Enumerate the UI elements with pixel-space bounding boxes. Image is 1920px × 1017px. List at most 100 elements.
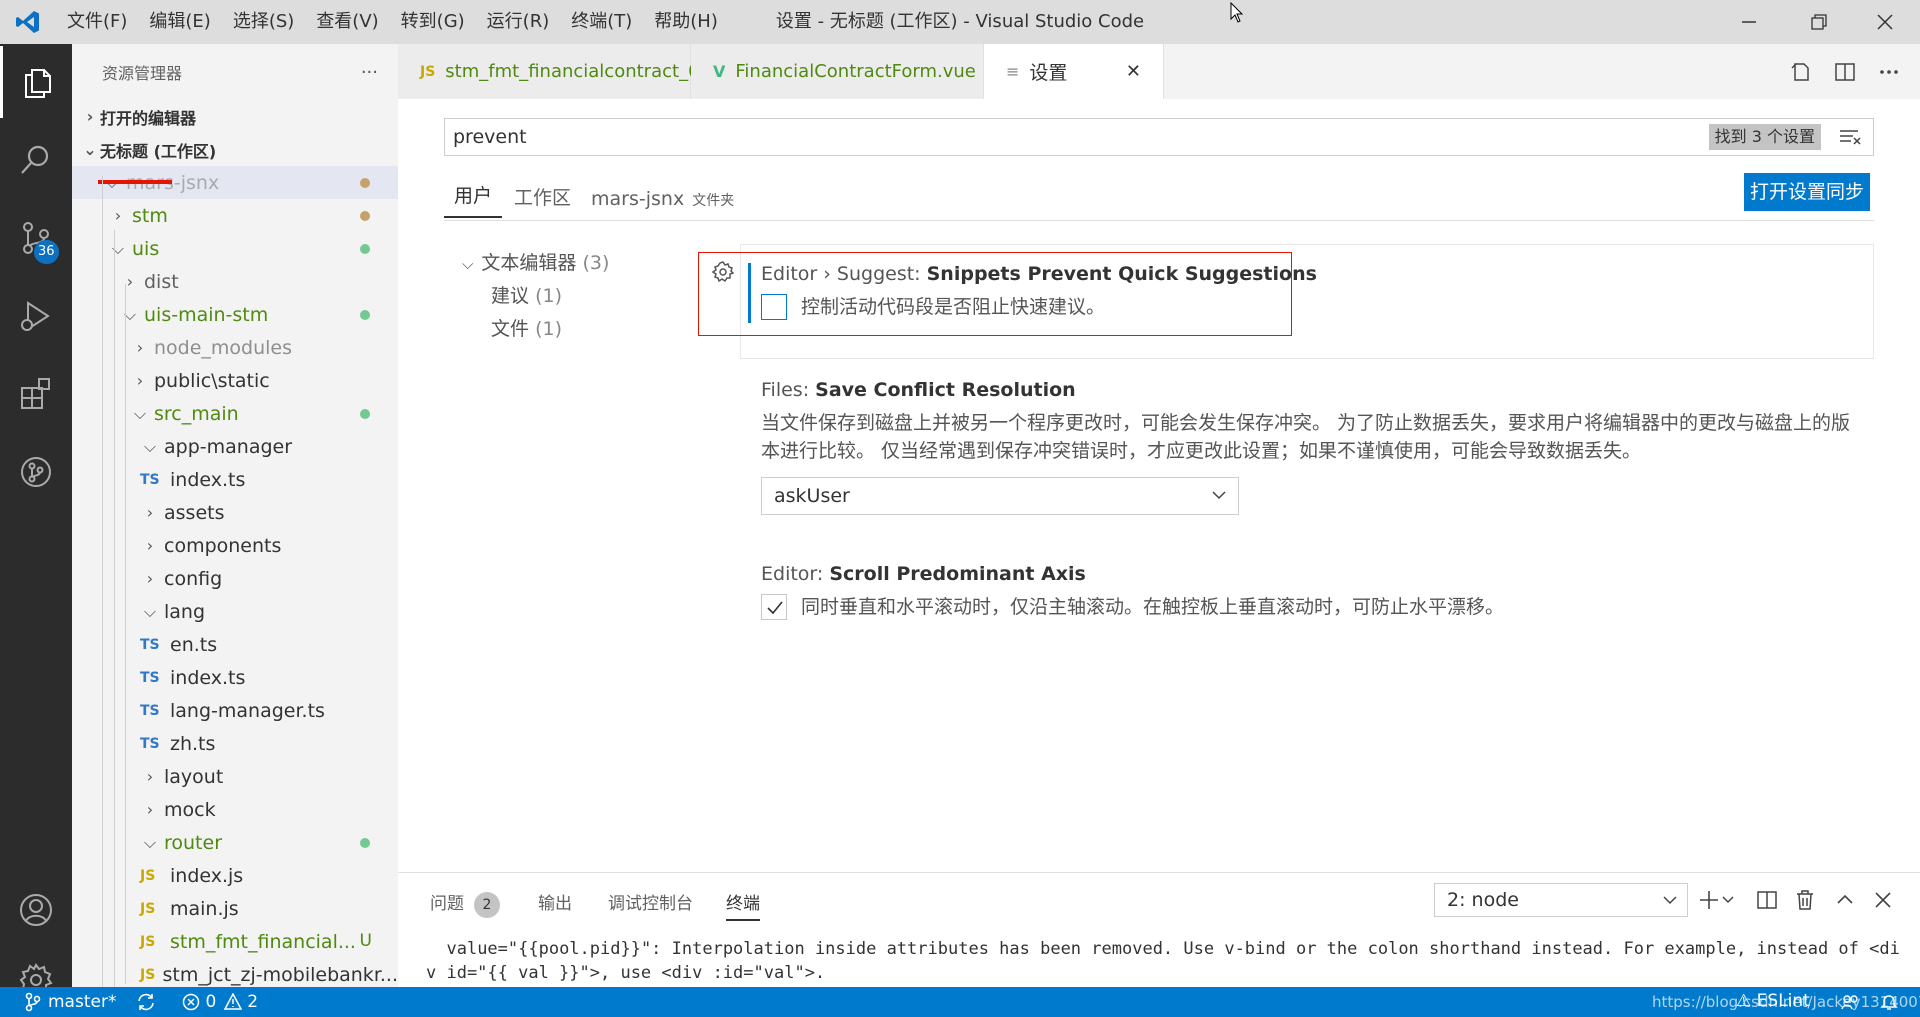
open-settings-json-icon[interactable] [1790, 61, 1812, 83]
minimize-icon[interactable] [1714, 0, 1784, 44]
setting-description: 控制活动代码段是否阻止快速建议。 [801, 296, 1106, 318]
tree-item[interactable]: ⌵mars-jsnx [72, 166, 398, 199]
toc-group-text-editor[interactable]: ⌵ 文本编辑器 (3) [462, 247, 609, 280]
eslint-status[interactable]: ⚠ ESLint [1736, 991, 1810, 1011]
close-panel-icon[interactable] [1872, 889, 1894, 911]
git-graph-icon[interactable] [0, 436, 72, 508]
tree-item[interactable]: JS stm_jct_zj-mobilebankr... [72, 958, 398, 987]
tree-item[interactable]: TS zh.ts [72, 727, 398, 760]
activity-bar: 36 [0, 44, 72, 997]
tab-debug-console[interactable]: 调试控制台 [608, 887, 693, 921]
tree-item[interactable]: ⌵ router [72, 826, 398, 859]
toc-item-files[interactable]: 文件 (1) [462, 313, 609, 346]
notifications-bell-icon[interactable] [1880, 993, 1898, 1011]
terminal-output[interactable]: value="{{pool.pid}}": Interpolation insi… [426, 937, 1906, 985]
workspace-label: 无标题 (工作区) [100, 141, 217, 161]
git-status-dot [360, 409, 370, 419]
tree-item[interactable]: JS main.js [72, 892, 398, 925]
tree-item[interactable]: › components [72, 529, 398, 562]
panel-tab-label: 问题 [430, 894, 464, 914]
scroll-axis-checkbox[interactable] [761, 594, 787, 620]
tree-item[interactable]: TS index.ts [72, 661, 398, 694]
menu-file[interactable]: 文件(F) [56, 0, 138, 44]
branch-name[interactable]: master* [48, 992, 116, 1012]
split-editor-icon[interactable] [1834, 61, 1856, 83]
panel-tab-label: 终端 [726, 894, 760, 914]
tab-problems[interactable]: 问题 2 [430, 887, 500, 921]
turn-on-settings-sync-button[interactable]: 打开设置同步 [1744, 173, 1871, 211]
workspace-section[interactable]: ⌄ 无标题 (工作区) [72, 133, 398, 166]
tree-item[interactable]: ⌵ uis-main-stm [72, 298, 398, 331]
menu-edit[interactable]: 编辑(E) [138, 0, 221, 44]
chevron-right-icon: › [146, 569, 154, 588]
tab-settings[interactable]: ≡ 设置 ✕ [984, 44, 1164, 99]
extensions-icon[interactable] [0, 358, 72, 430]
snippets-prevent-checkbox[interactable] [761, 294, 787, 320]
tree-item[interactable]: › public\static [72, 364, 398, 397]
tree-item[interactable]: JS stm_fmt_financial... U [72, 925, 398, 958]
maximize-panel-icon[interactable] [1834, 889, 1856, 911]
tree-item[interactable]: › node_modules [72, 331, 398, 364]
tab-folder-settings[interactable]: mars-jsnx 文件夹 [581, 182, 744, 218]
terminal-select[interactable]: 2: node [1434, 883, 1688, 917]
settings-search-input[interactable]: prevent 找到 3 个设置 [444, 118, 1874, 156]
setting-description: 当文件保存到磁盘上并被另一个程序更改时，可能会发生保存冲突。 为了防止数据丢失，… [761, 412, 1851, 462]
restore-icon[interactable] [1784, 0, 1854, 44]
scope-label: 用户 [454, 185, 493, 207]
tree-item[interactable]: › config [72, 562, 398, 595]
close-tab-icon[interactable]: ✕ [1126, 61, 1141, 82]
error-count[interactable]: 0 [205, 992, 216, 1012]
save-conflict-select[interactable]: askUser [761, 477, 1239, 515]
tree-item[interactable]: › mock [72, 793, 398, 826]
feedback-icon[interactable] [1840, 993, 1860, 1011]
explorer-icon[interactable] [0, 46, 72, 118]
tree-item[interactable]: JS index.js [72, 859, 398, 892]
tab-vue-file[interactable]: V FinancialContractForm.vue U [691, 44, 999, 99]
new-terminal-icon[interactable] [1698, 889, 1720, 911]
tree-item[interactable]: TS index.ts [72, 463, 398, 496]
tree-item[interactable]: TS en.ts [72, 628, 398, 661]
tree-item-label: src_main [154, 402, 239, 425]
close-window-icon[interactable] [1850, 0, 1920, 44]
run-debug-icon[interactable] [0, 280, 72, 352]
menu-view[interactable]: 查看(V) [305, 0, 389, 44]
search-icon[interactable] [0, 124, 72, 196]
source-control-icon[interactable]: 36 [0, 202, 72, 274]
menu-run[interactable]: 运行(R) [476, 0, 561, 44]
menu-terminal[interactable]: 终端(T) [560, 0, 643, 44]
tab-terminal[interactable]: 终端 [726, 887, 760, 921]
tree-item[interactable]: ⌵ app-manager [72, 430, 398, 463]
tree-item[interactable]: ⌵ src_main [72, 397, 398, 430]
chevron-down-icon[interactable] [1722, 895, 1734, 905]
sync-icon[interactable] [136, 992, 156, 1012]
tab-user-settings[interactable]: 用户 [444, 182, 503, 218]
split-terminal-icon[interactable] [1756, 889, 1778, 911]
menu-selection[interactable]: 选择(S) [222, 0, 305, 44]
more-actions-icon[interactable] [1878, 61, 1900, 83]
tree-item[interactable]: ⌵ lang [72, 595, 398, 628]
tab-js-file[interactable]: JS stm_fmt_financialcontract_012.js U [398, 44, 766, 99]
account-icon[interactable] [0, 874, 72, 946]
tree-item[interactable]: TS lang-manager.ts [72, 694, 398, 727]
tree-item[interactable]: ⌵ uis [72, 232, 398, 265]
menu-go[interactable]: 转到(G) [390, 0, 476, 44]
tree-item[interactable]: › assets [72, 496, 398, 529]
setting-checkbox-row: 控制活动代码段是否阻止快速建议。 [761, 293, 1105, 321]
settings-file-icon: ≡ [1006, 62, 1020, 81]
tab-label: 设置 [1029, 62, 1068, 84]
toc-item-suggest[interactable]: 建议 (1) [462, 280, 609, 313]
error-icon[interactable] [182, 993, 200, 1011]
settings-scope-tabs: 用户 工作区 mars-jsnx 文件夹 [444, 182, 744, 218]
menu-help[interactable]: 帮助(H) [643, 0, 729, 44]
tab-output[interactable]: 输出 [538, 887, 572, 921]
tab-workspace-settings[interactable]: 工作区 [504, 182, 581, 218]
open-editors-section[interactable]: › 打开的编辑器 [72, 100, 398, 133]
tree-item[interactable]: › stm [72, 199, 398, 232]
warning-count[interactable]: 2 [247, 992, 258, 1012]
tree-item[interactable]: › dist [72, 265, 398, 298]
more-actions-icon[interactable]: ··· [361, 62, 378, 83]
warning-icon[interactable] [224, 993, 243, 1011]
clear-filter-icon[interactable] [1839, 126, 1861, 148]
tree-item[interactable]: › layout [72, 760, 398, 793]
trash-icon[interactable] [1794, 889, 1816, 911]
